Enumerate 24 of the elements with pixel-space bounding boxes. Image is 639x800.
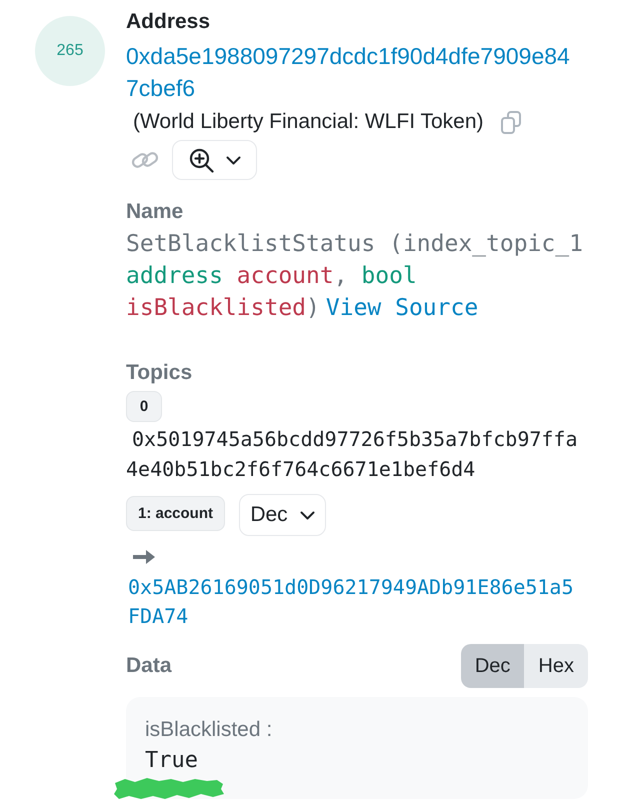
topic-index-badge: 0	[126, 391, 162, 422]
right-arrow-icon	[133, 550, 155, 564]
data-field-value: True	[145, 747, 199, 775]
zoom-in-icon	[188, 148, 214, 172]
caret-icon	[300, 510, 315, 520]
address-label: Address	[126, 9, 212, 35]
address-link[interactable]: 0xda5e1988097297dcdc1f90d4dfe7909e847cbef6	[126, 40, 578, 104]
topic-hash: 0x5019745a56bcdd97726f5b35a7bfcb97ffa4e40b51bc2f6f764c6671e1bef6d4	[126, 426, 579, 483]
data-label: Data	[126, 653, 172, 679]
name-label: Name	[126, 199, 184, 225]
topic-index-badge: 1: account	[126, 496, 225, 531]
topic-address-link[interactable]: 0x5AB26169051d0D96217949ADb91E86e51a5FDA74	[128, 573, 583, 631]
log-index-badge: 265	[35, 16, 105, 86]
event-signature: SetBlacklistStatus (index_topic_1 address account, bool isBlacklisted) View Source	[126, 230, 584, 323]
format-dropdown[interactable]: Dec	[239, 494, 326, 536]
format-toggle-button[interactable]: Dec	[460, 644, 524, 688]
caret-icon	[226, 156, 240, 164]
zoom-menu-button[interactable]	[172, 140, 257, 180]
topics-label: Topics	[126, 360, 194, 386]
address-name-tag: (World Liberty Financial: WLFI Token)	[133, 104, 484, 140]
link-icon	[131, 149, 159, 171]
data-field-name: isBlacklisted :	[145, 717, 274, 743]
view-source-link[interactable]: View Source	[326, 295, 478, 321]
format-toggle-button[interactable]: Hex	[524, 644, 588, 688]
